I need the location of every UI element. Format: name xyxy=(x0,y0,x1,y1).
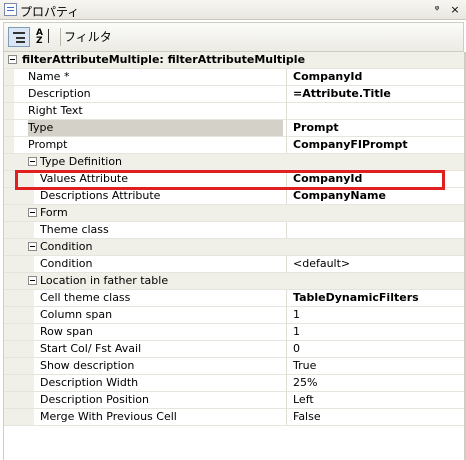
property-value[interactable]: CompanyId xyxy=(290,171,362,187)
property-name: Row span xyxy=(40,325,93,338)
property-row[interactable]: Right Text xyxy=(4,103,464,120)
property-row[interactable]: Prompt CompanyFIPrompt xyxy=(4,137,464,154)
property-name: Column span xyxy=(40,308,113,321)
properties-title-bar: プロパティ ᵠ × xyxy=(0,0,466,20)
properties-toolbar: A Z フィルタ xyxy=(3,22,464,52)
property-value[interactable]: CompanyId xyxy=(290,69,362,85)
property-row[interactable]: Start Col/ Fst Avail 0 xyxy=(4,341,464,358)
property-value[interactable]: False xyxy=(290,409,321,425)
property-name: Prompt xyxy=(28,138,68,151)
pin-icon[interactable]: ᵠ xyxy=(430,2,444,17)
property-value[interactable]: True xyxy=(290,358,316,374)
property-value[interactable]: 1 xyxy=(290,324,300,340)
property-row[interactable]: Cell theme class TableDynamicFilters xyxy=(4,290,464,307)
category-label: Type Definition xyxy=(40,155,123,168)
property-value[interactable] xyxy=(290,222,293,238)
category-condition[interactable]: Condition xyxy=(4,239,464,256)
property-value[interactable]: Prompt xyxy=(290,120,339,136)
property-row[interactable]: Description Position Left xyxy=(4,392,464,409)
categorized-view-button[interactable] xyxy=(8,27,30,47)
property-value[interactable]: CompanyName xyxy=(290,188,386,204)
property-name: Show description xyxy=(40,359,135,372)
property-value[interactable]: <default> xyxy=(290,256,350,272)
property-value[interactable]: 1 xyxy=(290,307,300,323)
category-location[interactable]: Location in father table xyxy=(4,273,464,290)
property-value[interactable]: 0 xyxy=(290,341,300,357)
property-row[interactable]: Row span 1 xyxy=(4,324,464,341)
property-name: Description xyxy=(28,87,91,100)
property-name: Start Col/ Fst Avail xyxy=(40,342,142,355)
property-name: Description Width xyxy=(40,376,139,389)
property-row[interactable]: Show description True xyxy=(4,358,464,375)
properties-window-icon xyxy=(4,3,17,16)
property-name: Cell theme class xyxy=(40,291,131,304)
property-row[interactable]: Condition <default> xyxy=(4,256,464,273)
property-name: Theme class xyxy=(40,223,109,236)
property-row[interactable]: Description =Attribute.Title xyxy=(4,86,464,103)
property-value[interactable]: Left xyxy=(290,392,314,408)
collapse-toggle-icon[interactable] xyxy=(28,157,37,166)
property-row[interactable]: Column span 1 xyxy=(4,307,464,324)
category-form[interactable]: Form xyxy=(4,205,464,222)
property-row-type[interactable]: Type Prompt xyxy=(4,120,464,137)
collapse-toggle-icon[interactable] xyxy=(28,276,37,285)
property-row[interactable]: Name * CompanyId xyxy=(4,69,464,86)
window-title: プロパティ xyxy=(20,5,80,19)
property-value[interactable]: TableDynamicFilters xyxy=(290,290,419,306)
close-icon[interactable]: × xyxy=(448,2,462,17)
category-title: filterAttributeMultiple: filterAttribute… xyxy=(22,53,306,66)
property-name: Description Position xyxy=(40,393,149,406)
property-row[interactable]: Merge With Previous Cell False xyxy=(4,409,464,426)
alphabetical-sort-button[interactable]: A Z xyxy=(34,27,56,47)
property-row[interactable]: Theme class xyxy=(4,222,464,239)
property-value[interactable]: =Attribute.Title xyxy=(290,86,391,102)
property-value[interactable]: CompanyFIPrompt xyxy=(290,137,408,153)
category-header-row[interactable]: filterAttributeMultiple: filterAttribute… xyxy=(4,52,464,69)
collapse-toggle-icon[interactable] xyxy=(28,242,37,251)
collapse-toggle-icon[interactable] xyxy=(28,208,37,217)
property-name: Type xyxy=(28,120,283,136)
property-grid: filterAttributeMultiple: filterAttribute… xyxy=(3,52,464,460)
filter-button[interactable]: フィルタ xyxy=(64,27,124,47)
collapse-toggle-icon[interactable] xyxy=(8,55,17,64)
property-value[interactable]: 25% xyxy=(290,375,317,391)
property-name: Name * xyxy=(28,70,70,83)
category-label: Location in father table xyxy=(40,274,169,287)
property-name: Merge With Previous Cell xyxy=(40,410,177,423)
property-row[interactable]: Descriptions Attribute CompanyName xyxy=(4,188,464,205)
property-row[interactable]: Description Width 25% xyxy=(4,375,464,392)
category-type-definition[interactable]: Type Definition xyxy=(4,154,464,171)
property-name: Condition xyxy=(40,257,93,270)
toolbar-separator xyxy=(60,28,61,46)
property-name: Values Attribute xyxy=(40,172,129,185)
property-name: Right Text xyxy=(28,104,83,117)
property-value[interactable] xyxy=(290,103,293,119)
category-label: Condition xyxy=(40,240,93,253)
property-row[interactable]: Values Attribute CompanyId xyxy=(4,171,464,188)
category-label: Form xyxy=(40,206,68,219)
property-name: Descriptions Attribute xyxy=(40,189,161,202)
